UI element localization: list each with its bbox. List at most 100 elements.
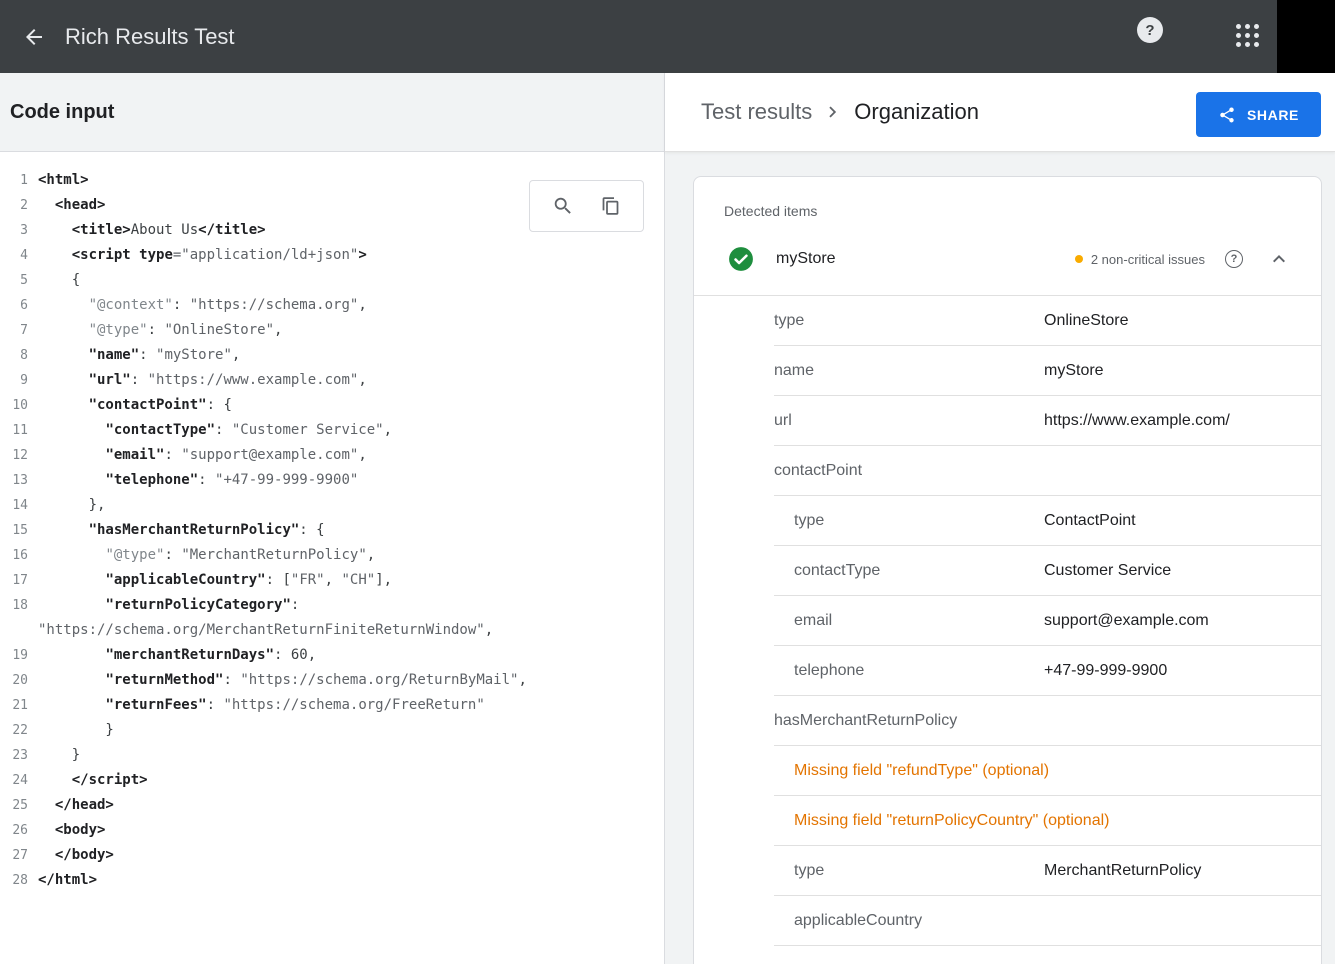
detail-row: typeMerchantReturnPolicy [774,846,1321,896]
share-icon [1218,106,1236,124]
line-number: 3 [0,218,38,243]
line-number: 25 [0,793,38,818]
code-text[interactable]: <title>About Us</title> [38,218,266,243]
code-line: 13 "telephone": "+47-99-999-9900" [0,468,664,493]
app-title: Rich Results Test [65,24,235,50]
code-text[interactable]: "contactType": "Customer Service", [38,418,392,443]
code-line: 15 "hasMerchantReturnPolicy": { [0,518,664,543]
code-lines[interactable]: 1<html>2 <head>3 <title>About Us</title>… [0,168,664,893]
row-value: +47-99-999-9900 [1044,662,1167,680]
row-key: type [774,312,1044,330]
row-value: support@example.com [1044,612,1209,630]
code-text[interactable]: "returnPolicyCategory": [38,593,299,618]
row-key: name [774,362,1044,380]
search-icon[interactable] [552,195,574,217]
code-text[interactable]: "contactPoint": { [38,393,232,418]
line-number: 26 [0,818,38,843]
row-key: url [774,412,1044,430]
code-text[interactable]: </body> [38,843,114,868]
detected-item-name: myStore [776,250,836,268]
code-text[interactable]: } [38,743,80,768]
row-value: MerchantReturnPolicy [1044,862,1201,880]
line-number: 20 [0,668,38,693]
line-number: 28 [0,868,38,893]
group-row: contactPoint [774,446,1321,496]
help-icon[interactable]: ? [1137,17,1163,43]
detected-item-header[interactable]: myStore 2 non-critical issues ? [694,223,1321,296]
row-value: ContactPoint [1044,512,1136,530]
code-text[interactable]: "name": "myStore", [38,343,240,368]
share-label: SHARE [1247,107,1299,123]
line-number: 7 [0,318,38,343]
apps-grid-icon[interactable] [1236,24,1259,47]
code-text[interactable]: "url": "https://www.example.com", [38,368,367,393]
code-text[interactable]: { [38,268,80,293]
code-line: 5 { [0,268,664,293]
code-text[interactable]: "returnFees": "https://schema.org/FreeRe… [38,693,485,718]
code-text[interactable]: </head> [38,793,114,818]
results-body: Detected items myStore 2 non-critical is… [665,152,1335,964]
row-value: OnlineStore [1044,312,1129,330]
code-text[interactable]: "@type": "OnlineStore", [38,318,282,343]
code-text[interactable]: <body> [38,818,105,843]
detail-row: namemyStore [774,346,1321,396]
copy-icon[interactable] [600,195,621,217]
detail-row: emailsupport@example.com [774,596,1321,646]
code-text[interactable]: <html> [38,168,89,193]
line-number: 24 [0,768,38,793]
line-number: 9 [0,368,38,393]
results-panel: Test results Organization SHARE Detected… [665,73,1335,964]
topbar: Rich Results Test ? [0,0,1335,73]
code-text[interactable]: "hasMerchantReturnPolicy": { [38,518,325,543]
group-row: hasMerchantReturnPolicy [774,696,1321,746]
code-editor[interactable]: 1<html>2 <head>3 <title>About Us</title>… [0,152,664,963]
valid-check-icon [728,246,754,272]
row-value: https://www.example.com/ [1044,412,1230,430]
chevron-up-icon[interactable] [1267,247,1291,271]
code-text[interactable]: <head> [38,193,105,218]
code-text[interactable]: } [38,718,114,743]
corner-box [1277,0,1335,73]
back-button[interactable] [14,17,54,57]
line-number: 22 [0,718,38,743]
code-text[interactable]: <script type="application/ld+json"> [38,243,367,268]
code-input-panel: Code input 1<html>2 <head>3 <title>About… [0,73,665,964]
code-line: 22 } [0,718,664,743]
code-text[interactable]: "@type": "MerchantReturnPolicy", [38,543,375,568]
row-key: email [774,612,1044,630]
line-number: 5 [0,268,38,293]
code-text[interactable]: "@context": "https://schema.org", [38,293,367,318]
issues-count: 2 non-critical issues [1091,252,1205,267]
code-text[interactable]: "telephone": "+47-99-999-9900" [38,468,358,493]
line-number: 16 [0,543,38,568]
code-line: 16 "@type": "MerchantReturnPolicy", [0,543,664,568]
row-key: type [774,862,1044,880]
breadcrumb-organization: Organization [854,99,979,125]
line-number: 14 [0,493,38,518]
missing-field-row: Missing field "returnPolicyCountry" (opt… [774,796,1321,846]
code-text[interactable]: "applicableCountry": ["FR", "CH"], [38,568,392,593]
share-button[interactable]: SHARE [1196,92,1321,137]
code-text[interactable]: "https://schema.org/MerchantReturnFinite… [38,618,493,643]
row-value: Customer Service [1044,562,1171,580]
missing-field-row: Missing field "refundType" (optional) [774,746,1321,796]
line-number: 1 [0,168,38,193]
arrow-left-icon [22,25,46,49]
breadcrumb-test-results[interactable]: Test results [701,99,812,125]
help-outline-icon[interactable]: ? [1225,250,1243,268]
code-line: 25 </head> [0,793,664,818]
code-text[interactable]: </script> [38,768,148,793]
code-line: 27 </body> [0,843,664,868]
code-line: 6 "@context": "https://schema.org", [0,293,664,318]
line-number: 27 [0,843,38,868]
row-key: telephone [774,662,1044,680]
code-text[interactable]: "returnMethod": "https://schema.org/Retu… [38,668,527,693]
code-line: 23 } [0,743,664,768]
code-text[interactable]: </html> [38,868,97,893]
issue-dot-icon [1075,255,1083,263]
item-header-meta: 2 non-critical issues ? [1075,247,1291,271]
detail-row: typeContactPoint [774,496,1321,546]
code-text[interactable]: "email": "support@example.com", [38,443,367,468]
code-text[interactable]: "merchantReturnDays": 60, [38,643,316,668]
code-text[interactable]: }, [38,493,105,518]
